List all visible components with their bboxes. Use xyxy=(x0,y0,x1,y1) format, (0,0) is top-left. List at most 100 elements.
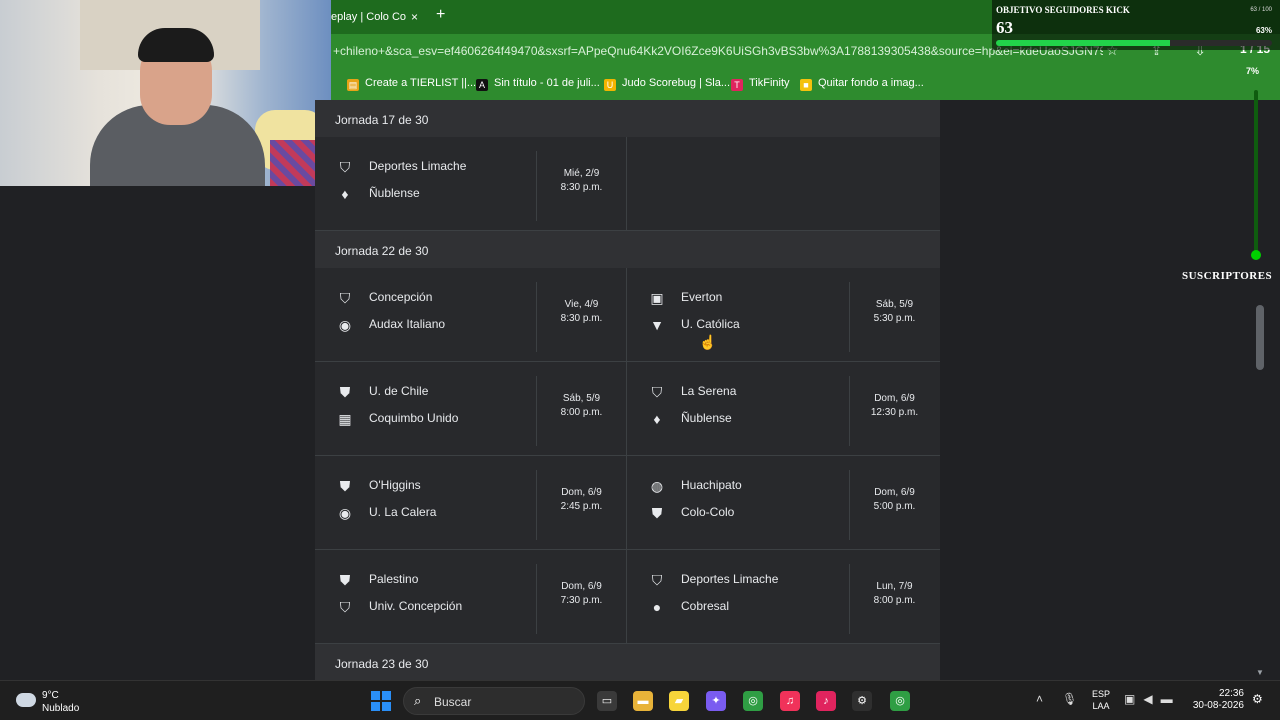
webcam-person-hair xyxy=(138,28,214,62)
battery-icon[interactable]: ▬ xyxy=(1161,692,1181,706)
chrome-app-icon[interactable]: ◎ xyxy=(743,691,763,711)
close-tab-icon[interactable]: × xyxy=(411,4,418,30)
round-heading: Jornada 17 de 30 xyxy=(315,100,940,137)
match-card[interactable]: ⛉ La Serena ♦ Ñublense Dom, 6/9 12:30 p.m. xyxy=(627,362,939,455)
team-crest-icon: ⛊ xyxy=(339,478,351,494)
bookmark-label: Judo Scorebug | Sla... xyxy=(622,77,731,89)
team-crest-icon: ▣ xyxy=(650,290,664,306)
tab-title: eplay | Colo Co xyxy=(331,11,407,23)
match-card[interactable]: ◍ Huachipato ⛊ Colo-Colo Dom, 6/9 5:00 p.m. xyxy=(627,456,939,549)
taskbar-search[interactable]: ⌕ Buscar xyxy=(403,687,585,715)
match-day: Lun, 7/9 xyxy=(876,581,913,592)
windows-logo-tile xyxy=(371,702,380,711)
team-name-row[interactable]: ▼ U. Católica xyxy=(647,315,740,335)
team-name-row[interactable]: ▣ Everton xyxy=(647,288,722,308)
team-crest-icon: ⛉ xyxy=(339,159,351,175)
team-crest-icon: ⛉ xyxy=(651,572,663,588)
team-name: Palestino xyxy=(369,572,419,587)
team-crest-icon: ◍ xyxy=(650,478,664,494)
bookmark-item[interactable]: ▤ Create a TIERLIST ||... xyxy=(347,77,476,91)
windows-logo-tile xyxy=(382,691,391,700)
sticky-notes-app-icon[interactable]: ▰ xyxy=(669,691,689,711)
browser-tab[interactable]: eplay | Colo Co × xyxy=(331,4,426,34)
start-button[interactable] xyxy=(371,691,391,711)
taskbar-clock[interactable]: 22:36 30-08-2026 xyxy=(1190,688,1244,712)
kick-followers-goal: OBJETIVO SEGUIDORES KICK 63 63 / 100 63% xyxy=(992,0,1280,50)
chrome-active-app-icon[interactable]: ◎ xyxy=(890,691,910,711)
notification-icon[interactable]: ⚙ xyxy=(1252,692,1263,706)
match-datetime: Lun, 7/9 8:00 p.m. xyxy=(849,564,939,634)
team-name-row[interactable]: ⛊ Colo-Colo xyxy=(647,503,735,523)
team-name: Audax Italiano xyxy=(369,317,446,332)
weather-desc: Nublado xyxy=(42,703,80,714)
weather-widget[interactable]: 9°C Nublado xyxy=(16,689,79,715)
page-scrollbar-thumb[interactable] xyxy=(1256,305,1264,370)
match-card[interactable]: ⛉ Deportes Limache ♦ Ñublense Mié, 2/9 8:30 p… xyxy=(315,137,627,230)
match-card[interactable]: ⛉ Concepción ◉ Audax Italiano Vie, 4/9 8:30 p… xyxy=(315,268,627,361)
match-card[interactable]: ▣ Everton ▼ U. Católica Sáb, 5/9 5:30 p.m. xyxy=(627,268,939,361)
match-card[interactable]: ⛊ Palestino ⛉ Univ. Concepción Dom, 6/9 7:30 … xyxy=(315,550,627,643)
match-time: 7:30 p.m. xyxy=(560,595,603,606)
team-name-row[interactable]: ♦ Ñublense xyxy=(335,184,419,204)
team-crest-icon: ♦ xyxy=(653,411,661,427)
tiktok-app-icon[interactable]: ♪ xyxy=(816,691,836,711)
team-name-row[interactable]: ⛊ U. de Chile xyxy=(335,382,429,402)
url-text[interactable]: +chileno+&sca_esv=ef4606264f49470&sxsrf=… xyxy=(333,44,1103,58)
team-name-row[interactable]: ♦ Ñublense xyxy=(647,409,731,429)
match-datetime: Vie, 4/9 8:30 p.m. xyxy=(536,282,626,352)
itunes-app-icon[interactable]: ♫ xyxy=(780,691,800,711)
match-datetime: Sáb, 5/9 8:00 p.m. xyxy=(536,376,626,446)
match-datetime: Dom, 6/9 12:30 p.m. xyxy=(849,376,939,446)
team-name-row[interactable]: ⛉ La Serena xyxy=(647,382,737,402)
match-card[interactable]: ⛊ U. de Chile ▦ Coquimbo Unido Sáb, 5/9 8:00 … xyxy=(315,362,627,455)
match-datetime: Dom, 6/9 2:45 p.m. xyxy=(536,470,626,540)
team-name-row[interactable]: ⛉ Deportes Limache xyxy=(647,570,779,590)
bookmark-item[interactable]: ■ Quitar fondo a imag... xyxy=(800,77,924,91)
team-name-row[interactable]: ⛉ Concepción xyxy=(335,288,433,308)
kick-goal-ratio: 63 / 100 xyxy=(1250,7,1272,13)
team-name: Univ. Concepción xyxy=(369,599,463,614)
match-card[interactable]: ⛉ Deportes Limache ● Cobresal Lun, 7/9 8:00 p… xyxy=(627,550,939,643)
match-card[interactable]: ⛊ O'Higgins ◉ U. La Calera Dom, 6/9 2:45 p.m. xyxy=(315,456,627,549)
fixture-row: ⛊ U. de Chile ▦ Coquimbo Unido Sáb, 5/9 8:00 … xyxy=(315,362,940,456)
weather-temp: 9°C xyxy=(42,690,59,701)
windows-logo-tile xyxy=(371,691,380,700)
webcam-overlay xyxy=(0,0,331,186)
match-time: 8:30 p.m. xyxy=(560,182,603,193)
team-name-row[interactable]: ◉ U. La Calera xyxy=(335,503,436,523)
settings-app-icon[interactable]: ⚙ xyxy=(852,691,872,711)
language-indicator[interactable]: ESP LAA xyxy=(1092,688,1110,712)
team-name-row[interactable]: ⛊ O'Higgins xyxy=(335,476,421,496)
cloud-icon xyxy=(16,693,36,707)
bookmark-item[interactable]: U Judo Scorebug | Sla... xyxy=(604,77,730,91)
team-name-row[interactable]: ◍ Huachipato xyxy=(647,476,742,496)
task-view-app-icon[interactable]: ▭ xyxy=(597,691,617,711)
round-heading: Jornada 23 de 30 xyxy=(315,644,940,680)
file-explorer-app-icon[interactable]: ▬ xyxy=(633,691,653,711)
subscribers-goal-marker xyxy=(1251,250,1261,260)
team-crest-icon: ◉ xyxy=(338,505,352,521)
match-day: Sáb, 5/9 xyxy=(875,299,914,310)
match-time: 5:00 p.m. xyxy=(873,501,916,512)
bookmark-favicon-icon: T xyxy=(731,79,743,91)
keyboard-layout: LAA xyxy=(1092,701,1110,711)
clock-date: 30-08-2026 xyxy=(1192,700,1244,711)
subscribers-goal-track xyxy=(1254,90,1258,260)
volume-icon[interactable]: ◀ xyxy=(1143,692,1160,706)
team-name-row[interactable]: ▦ Coquimbo Unido xyxy=(335,409,458,429)
team-name-row[interactable]: ◉ Audax Italiano xyxy=(335,315,445,335)
team-crest-icon: ▼ xyxy=(650,317,664,333)
match-datetime: Sáb, 5/9 5:30 p.m. xyxy=(849,282,939,352)
team-name-row[interactable]: ● Cobresal xyxy=(647,597,729,617)
network-icon[interactable]: ▣ xyxy=(1124,692,1143,706)
team-name-row[interactable]: ⛊ Palestino xyxy=(335,570,419,590)
team-name-row[interactable]: ⛉ Deportes Limache xyxy=(335,157,467,177)
copilot-app-icon[interactable]: ✦ xyxy=(706,691,726,711)
team-name-row[interactable]: ⛉ Univ. Concepción xyxy=(335,597,462,617)
scroll-down-arrow-icon[interactable]: ▼ xyxy=(1256,668,1264,677)
microphone-icon[interactable]: 🎙 xyxy=(1062,692,1077,706)
tray-overflow-icon[interactable]: ˄ xyxy=(1036,692,1043,706)
bookmark-item[interactable]: T TikFinity xyxy=(731,77,790,91)
bookmark-item[interactable]: A Sin título - 01 de juli... xyxy=(476,77,600,91)
new-tab-button[interactable]: + xyxy=(436,6,445,24)
